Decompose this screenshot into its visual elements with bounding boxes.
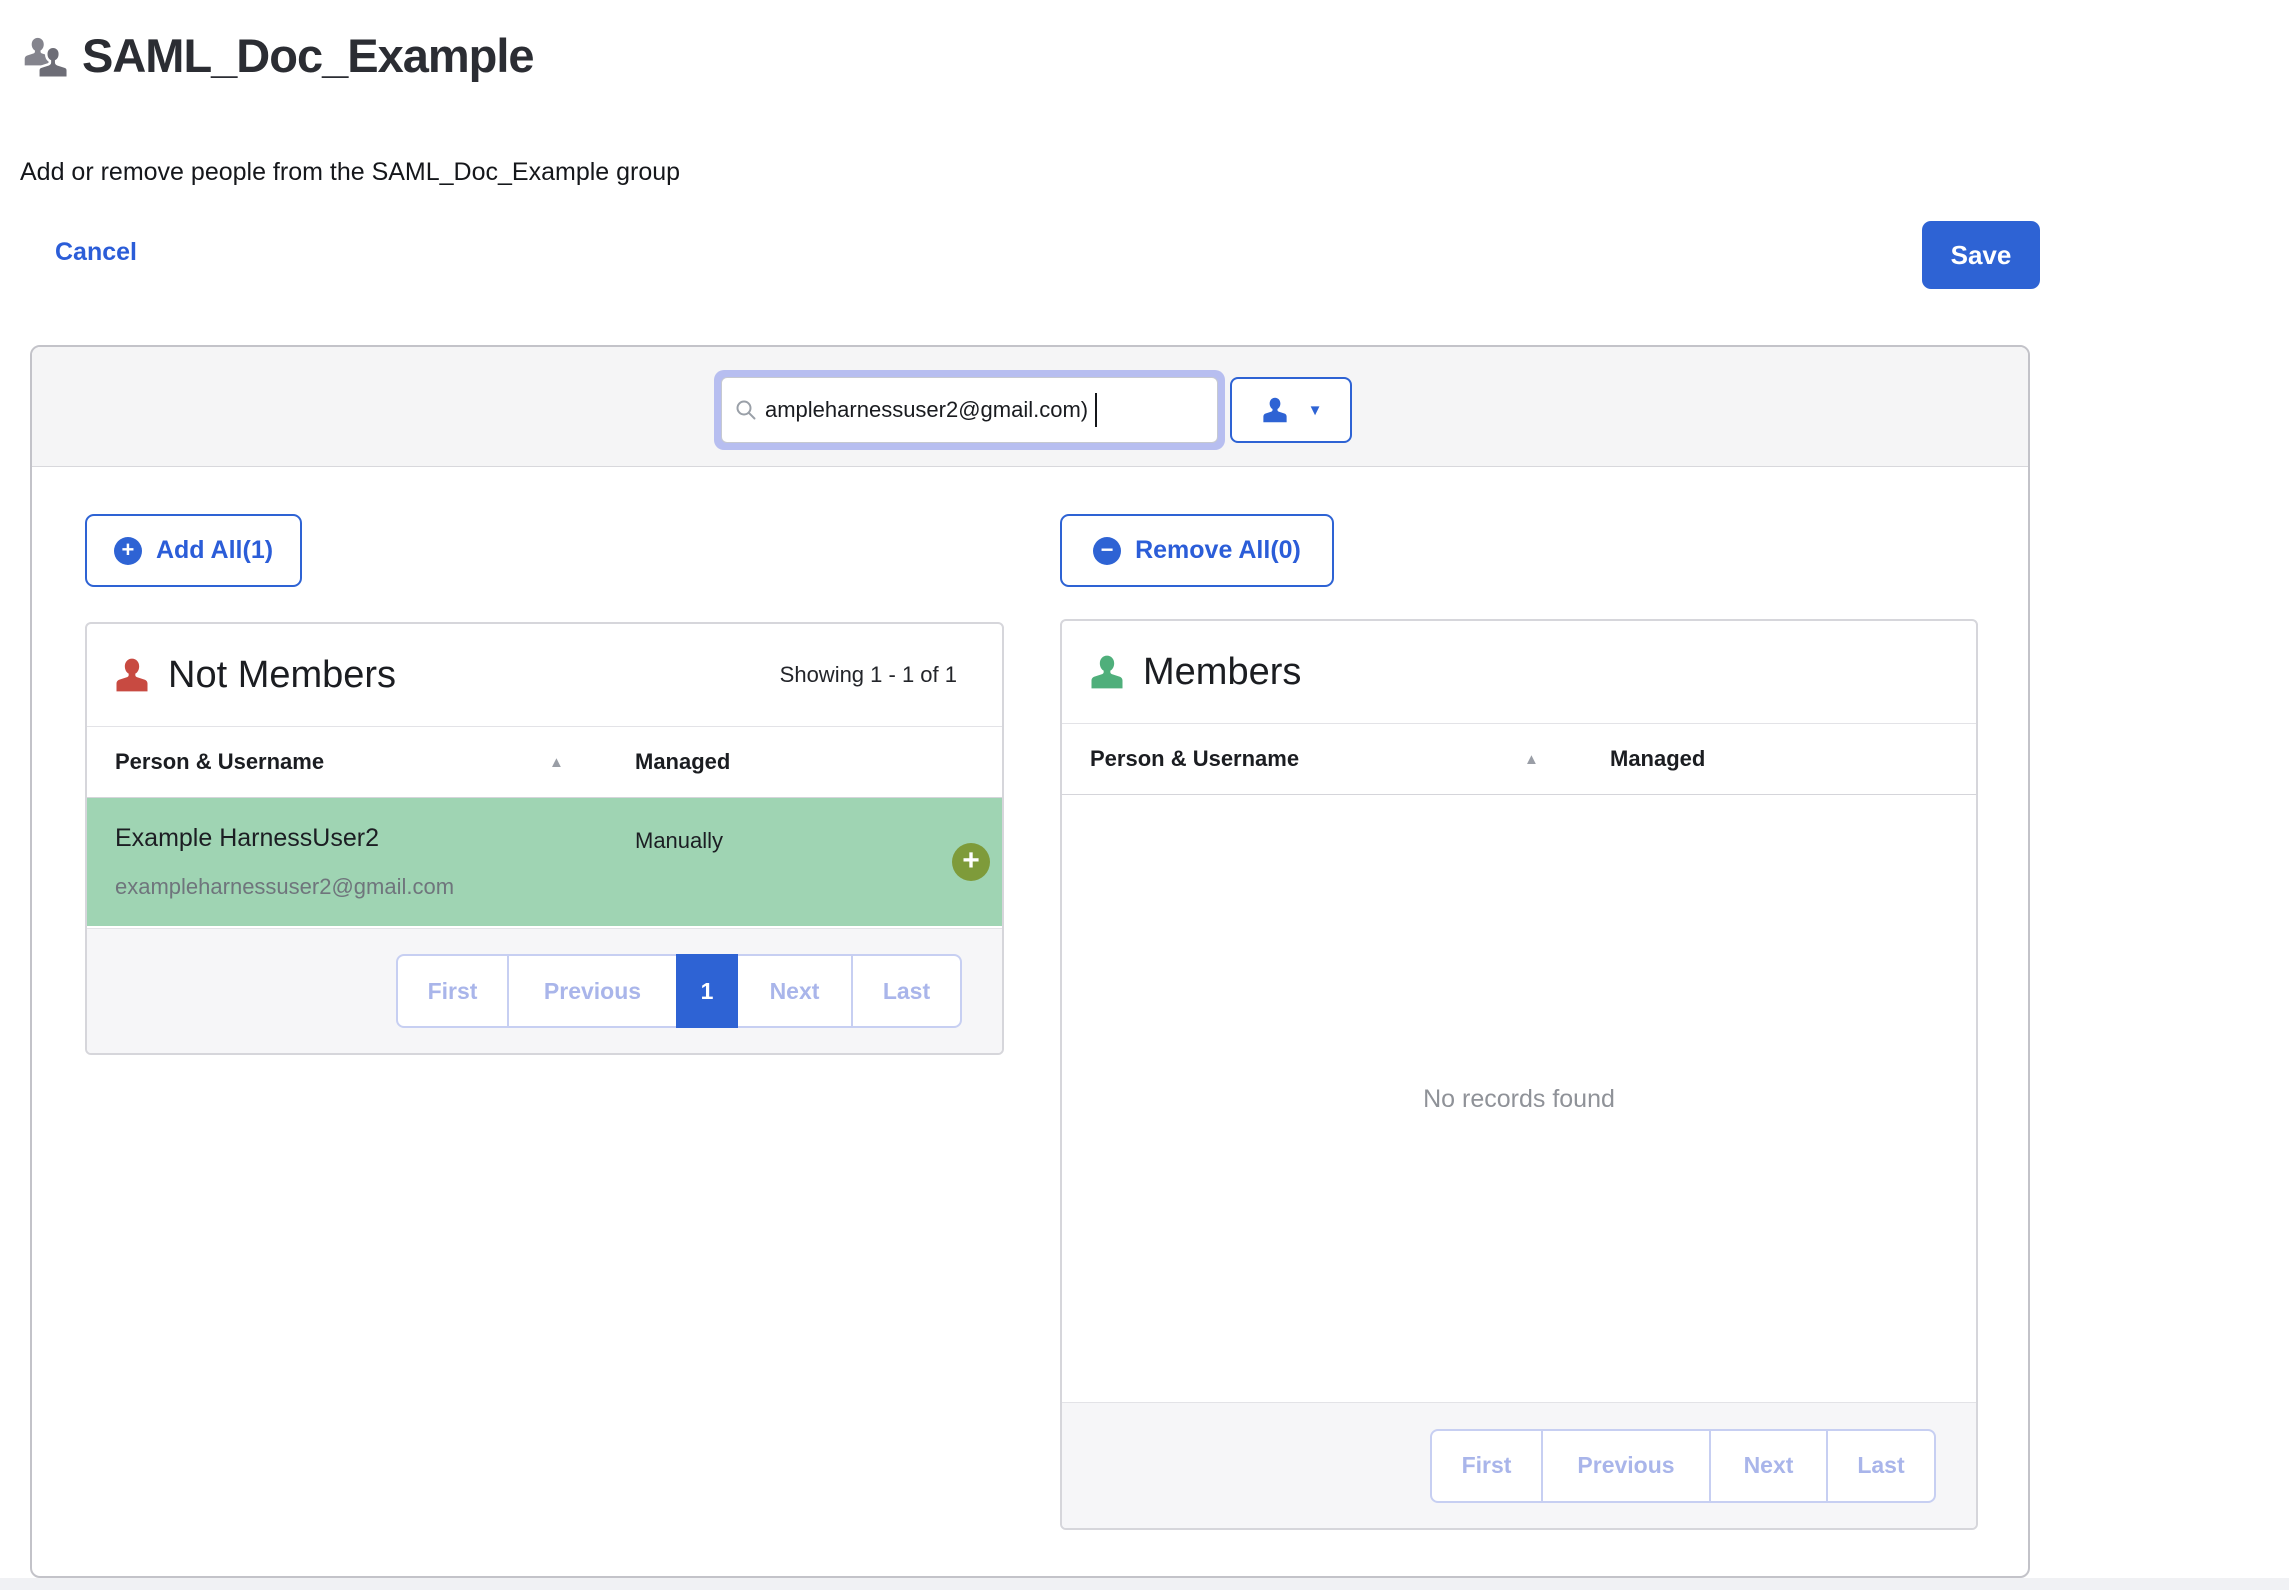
not-members-footer: First Previous 1 Next Last	[87, 928, 1002, 1053]
not-members-person-icon	[112, 655, 152, 695]
pagination-last-button[interactable]: Last	[851, 954, 962, 1028]
not-members-column-header: Person & Username ▲ Managed	[87, 727, 1002, 798]
not-members-title: Not Members	[168, 654, 396, 697]
members-column-header: Person & Username ▲ Managed	[1062, 724, 1976, 795]
empty-state-text: No records found	[1062, 797, 1976, 1402]
pagination-next-button[interactable]: Next	[736, 954, 853, 1028]
not-members-pagination: First Previous 1 Next Last	[396, 954, 962, 1028]
pagination-first-button[interactable]: First	[396, 954, 509, 1028]
save-button[interactable]: Save	[1922, 221, 2040, 289]
page-bottom-divider	[0, 1578, 2289, 1590]
group-icon	[20, 34, 76, 86]
pagination-page-1-button[interactable]: 1	[676, 954, 738, 1028]
cancel-link[interactable]: Cancel	[55, 238, 137, 267]
sort-ascending-icon: ▲	[549, 754, 564, 771]
showing-count: Showing 1 - 1 of 1	[780, 662, 957, 688]
members-header: Members	[1062, 621, 1976, 724]
pagination-first-button[interactable]: First	[1430, 1429, 1543, 1503]
plus-circle-icon: +	[114, 537, 142, 565]
person-icon	[1260, 395, 1290, 425]
search-icon	[734, 398, 758, 422]
minus-circle-icon: −	[1093, 537, 1121, 565]
page-subtitle: Add or remove people from the SAML_Doc_E…	[20, 158, 680, 187]
person-username: exampleharnessuser2@gmail.com	[115, 874, 454, 900]
members-title: Members	[1143, 651, 1301, 694]
person-name: Example HarnessUser2	[115, 824, 379, 853]
search-input[interactable]: ampleharnessuser2@gmail.com)	[721, 377, 1218, 443]
group-membership-container: ampleharnessuser2@gmail.com) ▼ + Add All…	[30, 345, 2030, 1578]
search-toolbar: ampleharnessuser2@gmail.com) ▼	[32, 347, 2028, 467]
pagination-previous-button[interactable]: Previous	[1541, 1429, 1711, 1503]
not-members-header: Not Members Showing 1 - 1 of 1	[87, 624, 1002, 727]
page-title: SAML_Doc_Example	[82, 28, 534, 83]
text-cursor	[1095, 393, 1097, 427]
person-filter-dropdown[interactable]: ▼	[1230, 377, 1352, 443]
members-panel: Members Person & Username ▲ Managed No r…	[1060, 619, 1978, 1530]
pagination-previous-button[interactable]: Previous	[507, 954, 678, 1028]
column-managed[interactable]: Managed	[1610, 746, 1705, 772]
column-person-username[interactable]: Person & Username	[115, 749, 324, 775]
members-person-icon	[1087, 652, 1127, 692]
chevron-down-icon: ▼	[1308, 402, 1323, 419]
not-members-panel: Not Members Showing 1 - 1 of 1 Person & …	[85, 622, 1004, 1055]
search-value: ampleharnessuser2@gmail.com)	[765, 397, 1088, 423]
add-person-icon[interactable]: +	[952, 843, 990, 881]
managed-value: Manually	[635, 828, 723, 854]
column-person-username[interactable]: Person & Username	[1090, 746, 1299, 772]
pagination-last-button[interactable]: Last	[1826, 1429, 1936, 1503]
members-footer: First Previous Next Last	[1062, 1402, 1976, 1528]
remove-all-button[interactable]: − Remove All(0)	[1060, 514, 1334, 587]
sort-ascending-icon: ▲	[1524, 751, 1539, 768]
search-focus-ring: ampleharnessuser2@gmail.com)	[714, 370, 1225, 450]
add-all-button[interactable]: + Add All(1)	[85, 514, 302, 587]
table-row[interactable]: Example HarnessUser2 exampleharnessuser2…	[87, 798, 1002, 926]
add-all-label: Add All(1)	[156, 536, 273, 565]
column-managed[interactable]: Managed	[635, 749, 730, 775]
members-pagination: First Previous Next Last	[1430, 1429, 1936, 1503]
remove-all-label: Remove All(0)	[1135, 536, 1301, 565]
pagination-next-button[interactable]: Next	[1709, 1429, 1828, 1503]
